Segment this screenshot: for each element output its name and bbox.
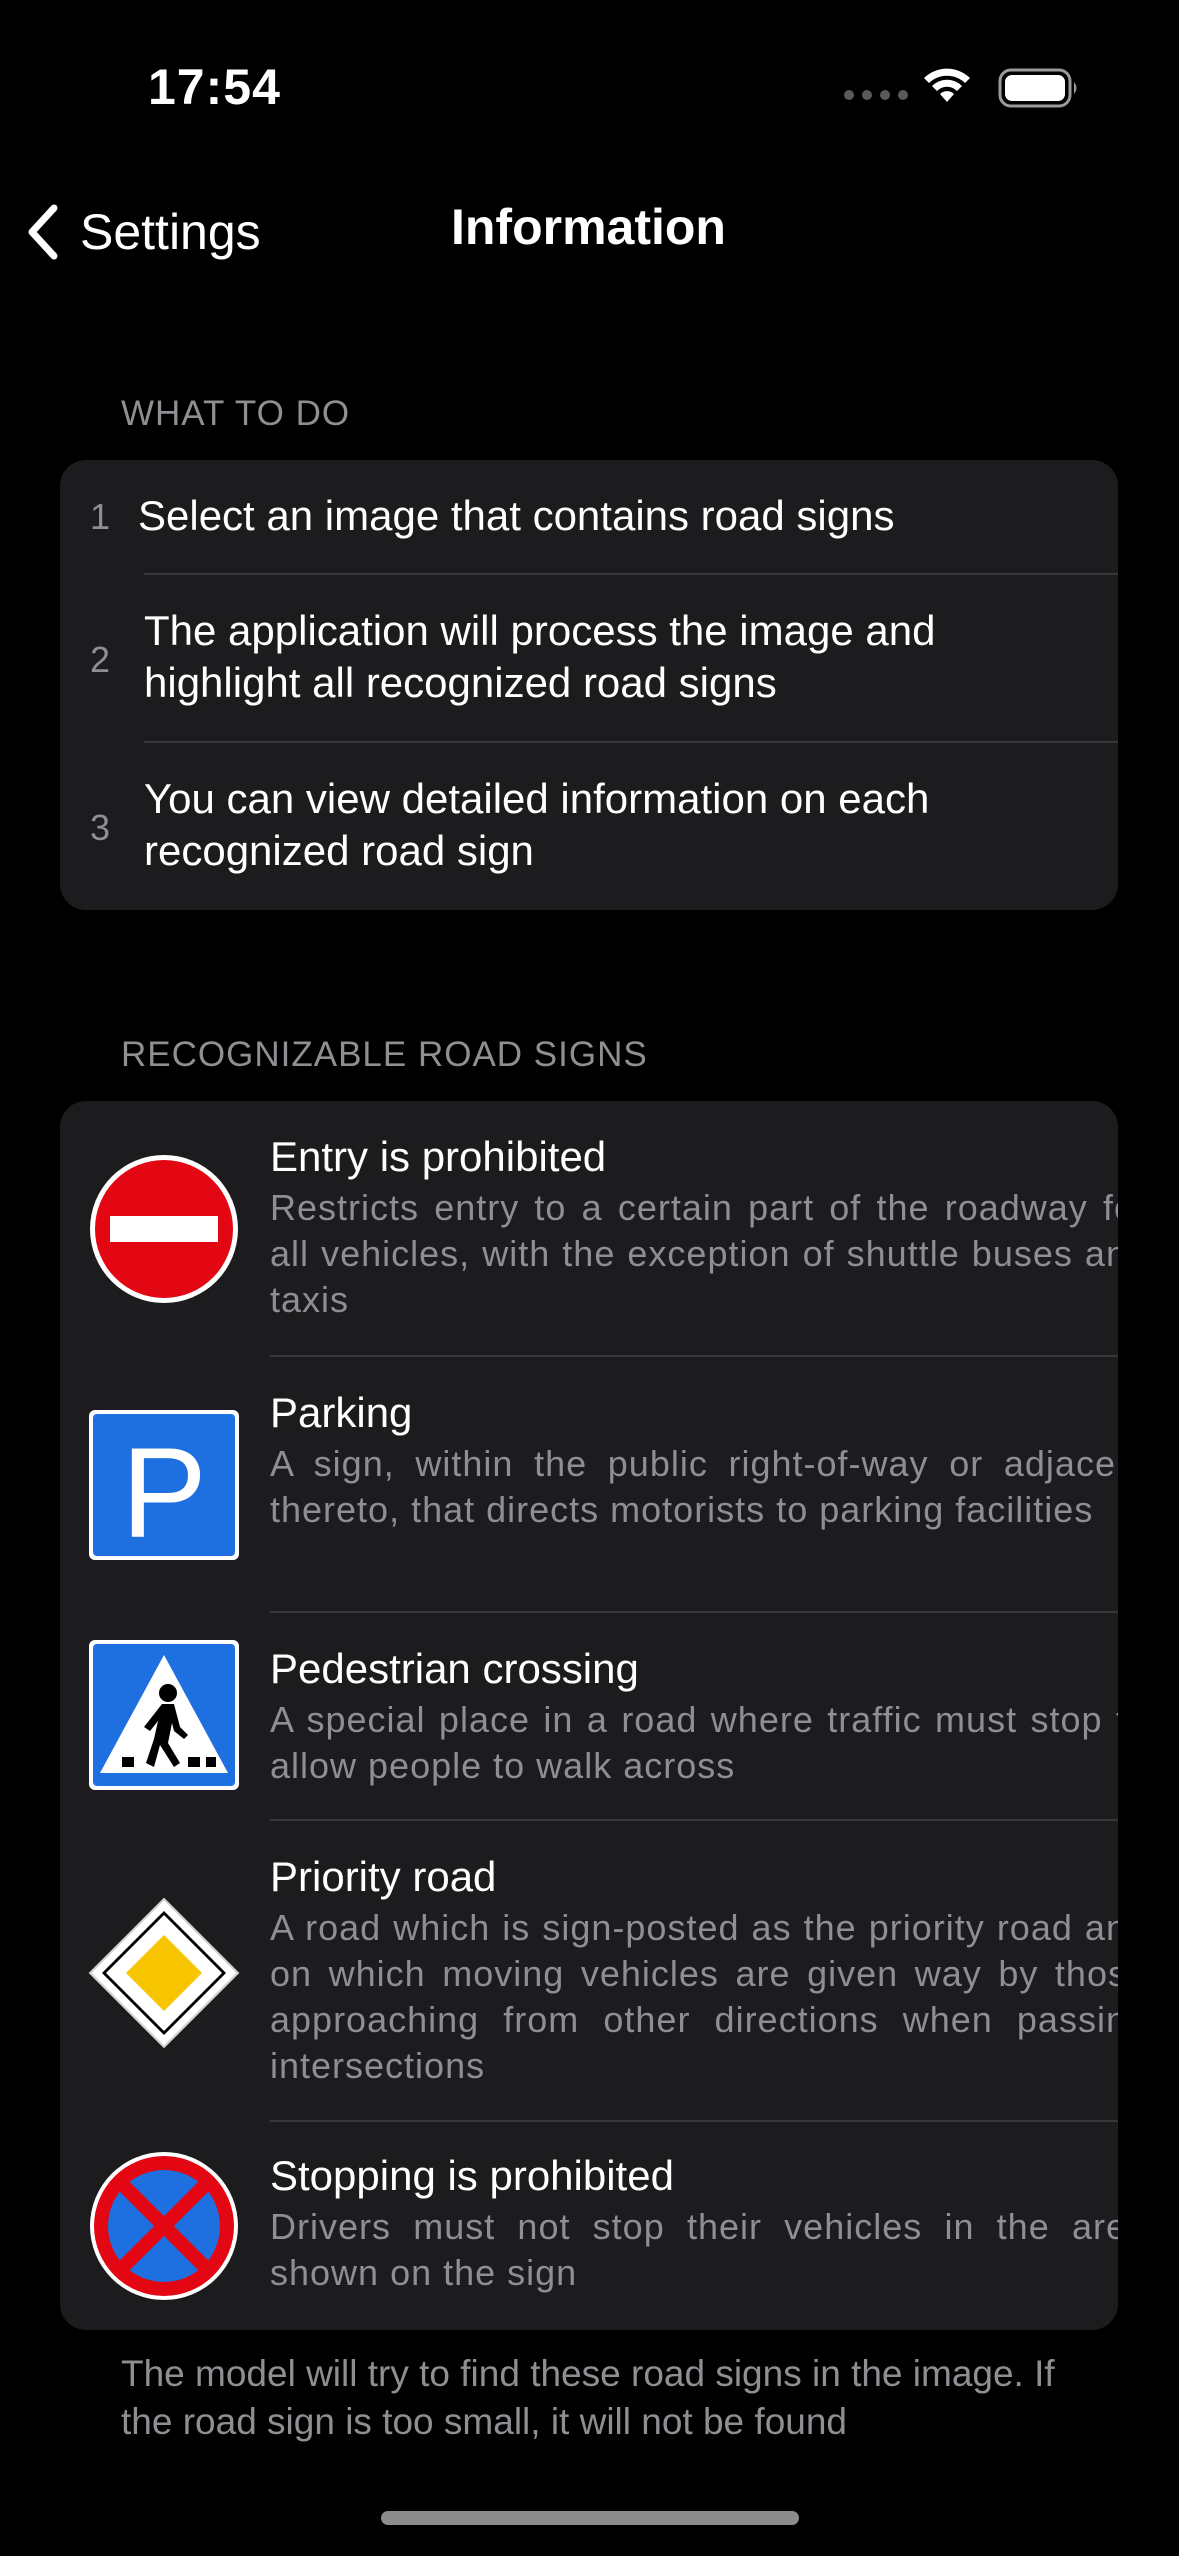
section-header-road-signs: RECOGNIZABLE ROAD SIGNS (121, 1035, 648, 1074)
sign-title: Pedestrian crossing (270, 1645, 639, 1692)
page-title: Information (451, 199, 726, 255)
step-row-2: 2 The application will process the image… (60, 575, 1118, 741)
footer-note: The model will try to find these road si… (121, 2353, 1055, 2442)
sign-description: A sign, within the public right-of-way o… (270, 1443, 1118, 1530)
step-number: 1 (90, 496, 111, 537)
navigation-bar: Settings Information (0, 170, 1179, 290)
step-text: The application will process the image a… (144, 607, 936, 706)
sign-row-parking[interactable]: P Parking A sign, within the public righ… (60, 1357, 1118, 1612)
cellular-signal-icon (844, 90, 908, 100)
sign-description: A special place in a road where traffic … (270, 1699, 1118, 1786)
svg-text:P: P (121, 1422, 206, 1561)
battery-icon (998, 68, 1077, 108)
status-time: 17:54 (148, 59, 281, 115)
no-entry-sign-icon (90, 1155, 238, 1303)
priority-road-sign-icon (88, 1897, 240, 2049)
wifi-icon (924, 68, 970, 102)
parking-sign-icon: P (89, 1410, 239, 1561)
sign-row-pedestrian-crossing[interactable]: Pedestrian crossing A special place in a… (60, 1613, 1118, 1821)
sign-description: A road which is sign-posted as the prior… (270, 1907, 1118, 2086)
sign-description: Restricts entry to a certain part of the… (270, 1187, 1118, 1320)
sign-title: Parking (270, 1389, 413, 1436)
sign-row-entry-prohibited[interactable]: Entry is prohibited Restricts entry to a… (60, 1101, 1118, 1356)
steps-card: 1 Select an image that contains road sig… (60, 460, 1118, 910)
step-number: 2 (90, 639, 111, 680)
no-stopping-sign-icon (90, 2152, 238, 2300)
sign-title: Priority road (270, 1853, 497, 1900)
step-text: You can view detailed information on eac… (144, 775, 930, 874)
home-indicator[interactable] (381, 2511, 799, 2525)
sign-title: Stopping is prohibited (270, 2152, 674, 2199)
sign-row-stopping-prohibited[interactable]: Stopping is prohibited Drivers must not … (60, 2122, 1118, 2330)
step-row-1: 1 Select an image that contains road sig… (60, 460, 1118, 573)
step-number: 3 (90, 807, 111, 848)
road-signs-card: Entry is prohibited Restricts entry to a… (60, 1101, 1118, 2330)
step-row-3: 3 You can view detailed information on e… (60, 743, 1118, 910)
pedestrian-crossing-sign-icon (89, 1640, 239, 1790)
sign-row-priority-road[interactable]: Priority road A road which is sign-poste… (60, 1821, 1118, 2121)
sign-description: Drivers must not stop their vehicles in … (270, 2206, 1118, 2293)
sign-title: Entry is prohibited (270, 1133, 607, 1180)
section-header-what-to-do: WHAT TO DO (121, 394, 351, 433)
step-text: Select an image that contains road signs (138, 492, 895, 539)
status-bar: 17:54 (0, 0, 1179, 160)
